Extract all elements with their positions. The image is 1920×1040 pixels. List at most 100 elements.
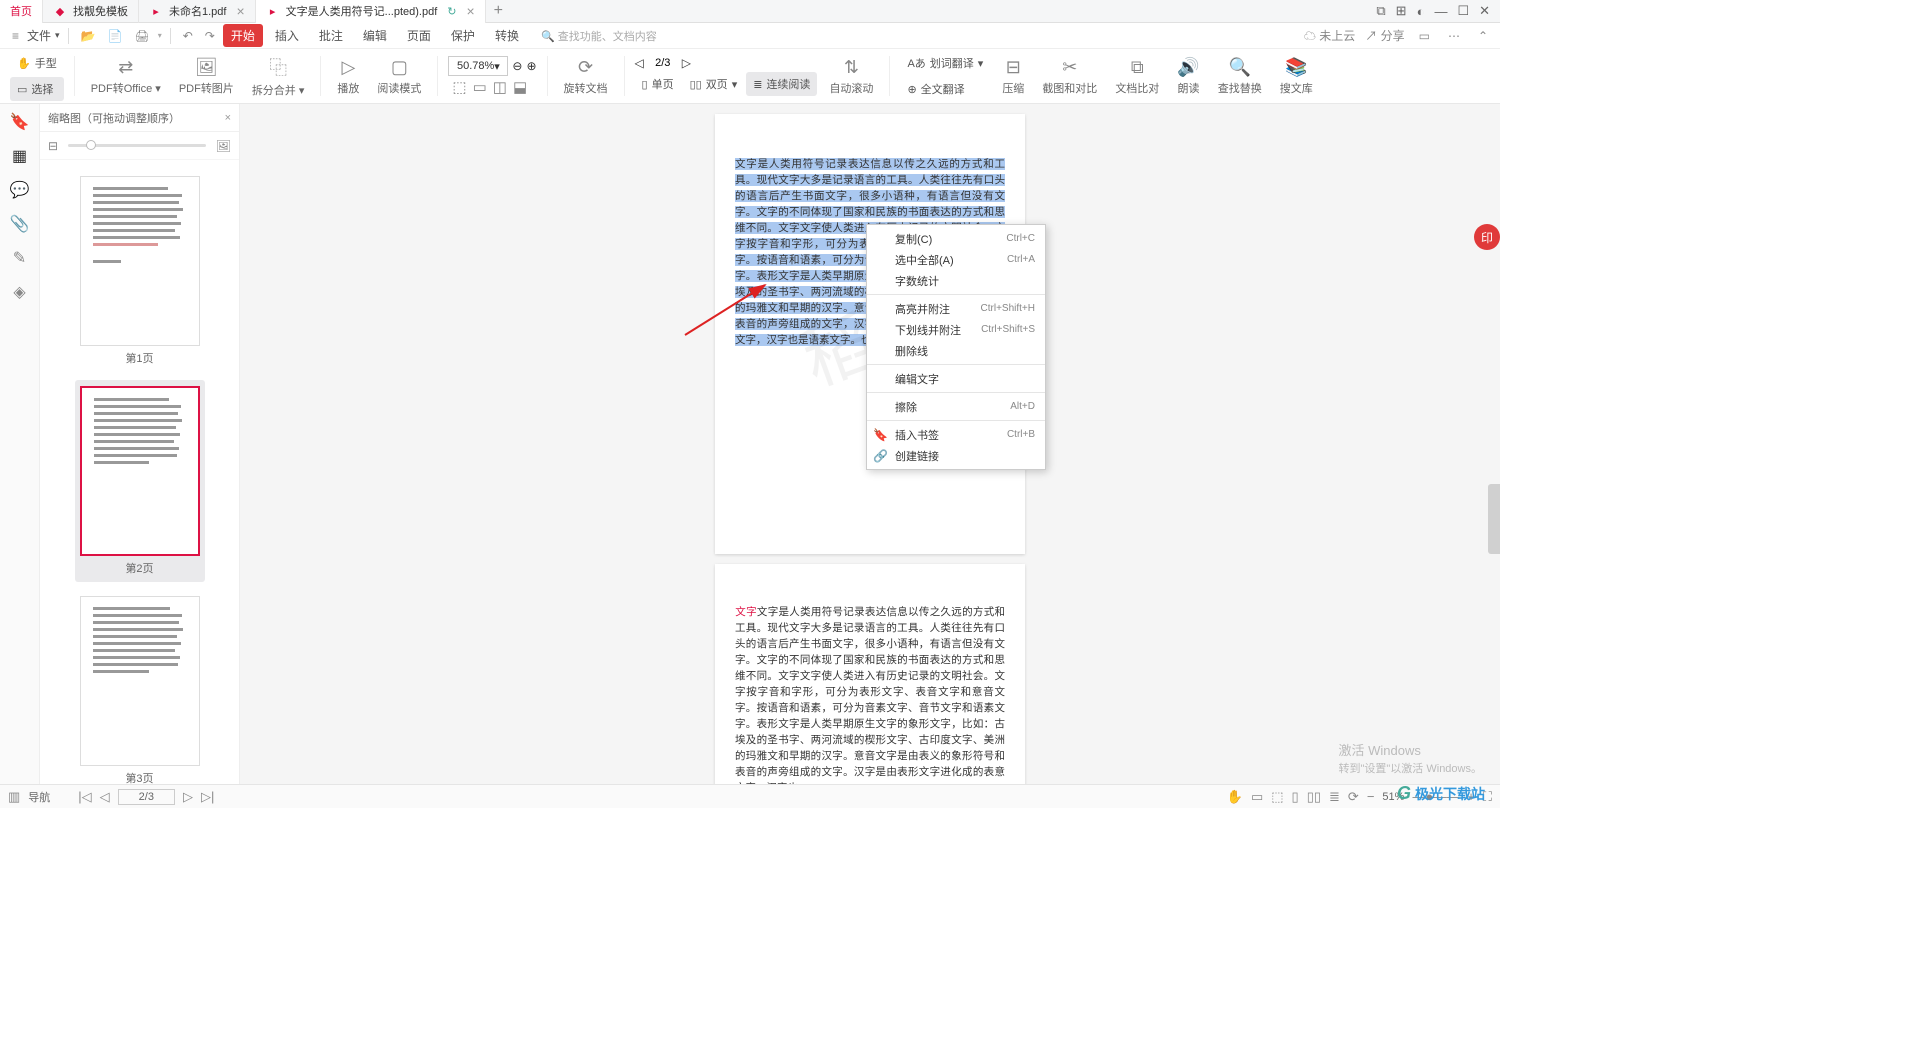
page-indicator[interactable]: 2/3 — [118, 789, 175, 805]
fit-icon[interactable]: ⬚ — [1271, 789, 1283, 805]
page-input[interactable] — [648, 57, 678, 69]
hand-tool-icon[interactable]: ✋ — [1227, 789, 1243, 805]
ctx-strikethrough[interactable]: 删除线 — [867, 340, 1045, 361]
tab-template[interactable]: ◆找靓免模板 — [43, 0, 139, 23]
single-view-icon[interactable]: ▯ — [1292, 789, 1299, 805]
next-page-icon[interactable]: ▷ — [183, 789, 193, 805]
wps-badge[interactable]: 印 — [1474, 224, 1500, 250]
cont-view-icon[interactable]: ≣ — [1329, 789, 1340, 805]
dual-window-icon[interactable]: ⧉ — [1376, 3, 1385, 19]
ctx-highlight[interactable]: 高亮并附注Ctrl+Shift+H — [867, 298, 1045, 319]
menu-icon[interactable]: ≡ — [8, 27, 23, 45]
thumb-page-1[interactable]: 第1页 — [75, 170, 205, 372]
word-translate[interactable]: Aあ 划词翻译▾ — [900, 51, 990, 75]
home-tab[interactable]: 首页 — [0, 0, 43, 23]
tab-current[interactable]: ▸文字是人类用符号记...pted).pdf↻× — [256, 0, 486, 23]
thumb-page-3[interactable]: 第3页 — [75, 590, 205, 784]
fit-width-icon[interactable]: ⬚ — [452, 78, 466, 96]
nav-toggle-icon[interactable]: ▥ — [8, 789, 20, 805]
ctx-select-all[interactable]: 选中全部(A)Ctrl+A — [867, 249, 1045, 270]
ctx-create-link[interactable]: 🔗创建链接 — [867, 445, 1045, 466]
next-page-icon[interactable]: ▷ — [682, 56, 691, 70]
auto-scroll[interactable]: ⇅自动滚动 — [823, 55, 879, 98]
comment-icon[interactable]: 💬 — [10, 180, 30, 200]
close-panel-icon[interactable]: × — [225, 112, 231, 124]
open-icon[interactable]: 📂 — [77, 27, 100, 45]
pdf-to-office[interactable]: ⇄PDF转Office ▾ — [85, 55, 167, 98]
close-icon[interactable]: × — [236, 3, 244, 19]
thumbnail-icon[interactable]: ▦ — [12, 146, 27, 166]
menu-edit[interactable]: 编辑 — [355, 25, 395, 46]
thumb-size-slider[interactable] — [68, 144, 206, 147]
play-button[interactable]: ▷播放 — [331, 55, 365, 98]
ctx-word-count[interactable]: 字数统计 — [867, 270, 1045, 291]
file-menu[interactable]: 文件▾ — [27, 27, 60, 44]
menu-page[interactable]: 页面 — [399, 25, 439, 46]
menu-annotate[interactable]: 批注 — [311, 25, 351, 46]
menu-insert[interactable]: 插入 — [267, 25, 307, 46]
bookmark-icon[interactable]: 🔖 — [10, 112, 30, 132]
signature-icon[interactable]: ✎ — [13, 248, 26, 268]
menu-start[interactable]: 开始 — [223, 24, 263, 47]
full-translate[interactable]: ⊕ 全文翻译 — [900, 77, 990, 101]
prev-page-icon[interactable]: ◁ — [635, 56, 644, 70]
zoom-in-icon[interactable]: ⊕ — [526, 59, 536, 73]
close-window-icon[interactable]: ✕ — [1479, 3, 1490, 19]
screenshot-compare[interactable]: ✂截图和对比 — [1036, 55, 1103, 98]
minimize-icon[interactable]: — — [1434, 4, 1447, 19]
rotate-icon[interactable]: ⟳ — [1348, 789, 1359, 805]
page-text[interactable]: 文字文字是人类用符号记录表达信息以传之久远的方式和工具。现代文字大多是记录语言的… — [735, 604, 1005, 784]
read-mode[interactable]: ▢阅读模式 — [371, 55, 427, 98]
single-page[interactable]: ▯ 单页 — [635, 72, 681, 96]
split-merge[interactable]: ⿻拆分合并 ▾ — [246, 52, 311, 100]
pdf-to-image[interactable]: 🖼PDF转图片 — [173, 55, 240, 98]
undo-icon[interactable]: ↶ — [179, 27, 197, 45]
menu-convert[interactable]: 转换 — [487, 25, 527, 46]
select-tool-icon[interactable]: ▭ — [1251, 789, 1263, 805]
layers-icon[interactable]: ◈ — [13, 282, 25, 302]
zoom-out-icon[interactable]: − — [1367, 789, 1375, 804]
menu-protect[interactable]: 保护 — [443, 25, 483, 46]
tab-unnamed[interactable]: ▸未命名1.pdf× — [139, 0, 256, 23]
print-icon[interactable]: 🖨 — [130, 27, 153, 45]
compress[interactable]: ⊟压缩 — [996, 55, 1030, 98]
first-page-icon[interactable]: |◁ — [78, 789, 91, 805]
attachment-icon[interactable]: 📎 — [10, 214, 30, 234]
continuous-read[interactable]: ≣ 连续阅读 — [746, 72, 817, 96]
search-box[interactable]: 🔍 查找功能、文档内容 — [541, 28, 657, 44]
hand-tool[interactable]: ✋ 手型 — [10, 51, 64, 75]
share-button[interactable]: ↗ 分享 — [1365, 27, 1404, 44]
more-icon[interactable]: ⋯ — [1444, 27, 1464, 45]
find-replace[interactable]: 🔍查找替换 — [1212, 55, 1268, 98]
nav-label[interactable]: 导航 — [28, 789, 50, 805]
thumb-settings-icon[interactable]: 🖼 — [216, 139, 231, 153]
zoom-out-icon[interactable]: ⊖ — [512, 59, 522, 73]
fit-page-icon[interactable]: ▭ — [473, 78, 487, 96]
doc-page-3[interactable]: 文字文字是人类用符号记录表达信息以传之久远的方式和工具。现代文字大多是记录语言的… — [715, 564, 1025, 784]
maximize-icon[interactable]: ☐ — [1457, 3, 1469, 19]
last-page-icon[interactable]: ▷| — [201, 789, 214, 805]
ctx-copy[interactable]: 复制(C)Ctrl+C — [867, 228, 1045, 249]
expand-icon[interactable]: ⌃ — [1474, 27, 1492, 45]
skin-icon[interactable]: ◐ — [1417, 4, 1425, 19]
cloud-status[interactable]: ☁ 未上云 — [1304, 27, 1355, 44]
thumb-page-2[interactable]: 第2页 — [75, 380, 205, 582]
close-icon[interactable]: × — [466, 3, 474, 19]
collapse-icon[interactable]: ⊟ — [48, 139, 58, 153]
search-library[interactable]: 📚搜文库 — [1274, 55, 1319, 98]
window-icon[interactable]: ▭ — [1415, 27, 1434, 45]
zoom-value[interactable]: 50.78% ▾ — [448, 56, 508, 76]
add-tab-button[interactable]: + — [486, 2, 511, 20]
dual-view-icon[interactable]: ▯▯ — [1307, 789, 1321, 805]
doc-compare[interactable]: ⧉文档比对 — [1109, 55, 1165, 98]
dual-page[interactable]: ▯▯ 双页▾ — [683, 72, 745, 96]
select-tool[interactable]: ▭ 选择 — [10, 77, 64, 101]
actual-size-icon[interactable]: ◫ — [493, 78, 507, 96]
rotate-doc[interactable]: ⟳旋转文档 — [558, 55, 614, 98]
prev-page-icon[interactable]: ◁ — [100, 789, 110, 805]
ctx-underline[interactable]: 下划线并附注Ctrl+Shift+S — [867, 319, 1045, 340]
ctx-bookmark[interactable]: 🔖插入书签Ctrl+B — [867, 424, 1045, 445]
ctx-erase[interactable]: 擦除Alt+D — [867, 396, 1045, 417]
fit-height-icon[interactable]: ⬓ — [513, 78, 527, 96]
save-icon[interactable]: 📄 — [104, 27, 127, 45]
